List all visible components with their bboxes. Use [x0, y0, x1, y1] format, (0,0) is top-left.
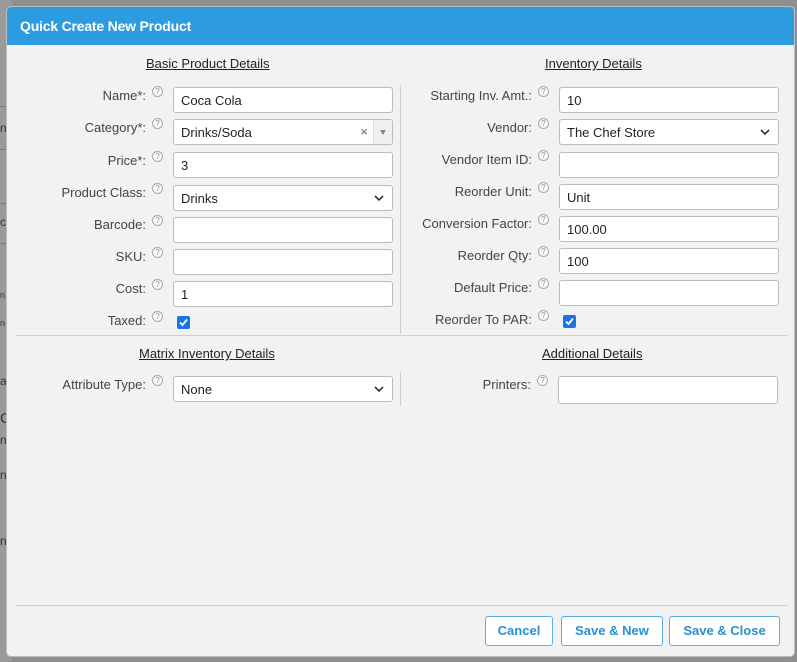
chevron-down-icon: [374, 386, 384, 393]
taxed-label: Taxed:: [107, 313, 146, 328]
checkmark-icon: [565, 317, 574, 326]
chevron-down-icon: [380, 130, 386, 135]
sku-input[interactable]: [173, 249, 393, 275]
category-label: Category*:: [84, 120, 146, 135]
conversion-factor-input[interactable]: 100.00: [559, 216, 779, 242]
help-icon[interactable]: ?: [152, 151, 163, 162]
background-text: n: [0, 318, 6, 328]
help-icon[interactable]: ?: [152, 118, 163, 129]
section-title-basic: Basic Product Details: [146, 56, 270, 71]
barcode-input[interactable]: [173, 217, 393, 243]
reorder-unit-input[interactable]: Unit: [559, 184, 779, 210]
default-price-input[interactable]: [559, 280, 779, 306]
attribute-type-label: Attribute Type:: [62, 377, 146, 392]
reorder-to-par-label: Reorder To PAR:: [434, 312, 532, 327]
quick-create-product-dialog: Quick Create New Product Basic Product D…: [6, 6, 795, 657]
help-icon[interactable]: ?: [152, 215, 163, 226]
help-icon[interactable]: ?: [152, 375, 163, 386]
reorder-qty-label: Reorder Qty:: [457, 248, 532, 263]
section-title-inventory: Inventory Details: [545, 56, 642, 71]
name-input[interactable]: Coca Cola: [173, 87, 393, 113]
help-icon[interactable]: ?: [538, 278, 549, 289]
starting-inv-input[interactable]: 10: [559, 87, 779, 113]
vendor-item-id-input[interactable]: [559, 152, 779, 178]
help-icon[interactable]: ?: [538, 118, 549, 129]
starting-inv-label: Starting Inv. Amt.:: [430, 88, 532, 103]
category-value: Drinks/Soda: [181, 125, 252, 140]
help-icon[interactable]: ?: [538, 86, 549, 97]
product-class-value: Drinks: [181, 191, 218, 206]
product-class-select[interactable]: Drinks: [173, 185, 393, 211]
help-icon[interactable]: ?: [538, 310, 549, 321]
price-label: Price*:: [107, 153, 146, 168]
help-icon[interactable]: ?: [538, 246, 549, 257]
footer-divider: [16, 605, 788, 606]
help-icon[interactable]: ?: [538, 150, 549, 161]
reorder-to-par-checkbox[interactable]: [563, 315, 576, 328]
attribute-type-value: None: [181, 382, 213, 397]
save-and-new-button[interactable]: Save & New: [561, 616, 663, 646]
help-icon[interactable]: ?: [152, 183, 163, 194]
dialog-title: Quick Create New Product: [7, 7, 794, 45]
vendor-value: The Chef Store: [567, 125, 656, 140]
attribute-type-select[interactable]: None: [173, 376, 393, 402]
reorder-unit-label: Reorder Unit:: [454, 184, 532, 199]
section-divider: [16, 335, 788, 336]
help-icon[interactable]: ?: [152, 311, 163, 322]
sku-label: SKU:: [115, 249, 146, 264]
save-and-close-button[interactable]: Save & Close: [669, 616, 780, 646]
barcode-label: Barcode:: [93, 217, 146, 232]
printers-input[interactable]: [558, 376, 778, 404]
help-icon[interactable]: ?: [538, 214, 549, 225]
default-price-label: Default Price:: [453, 280, 532, 295]
taxed-checkbox[interactable]: [177, 316, 190, 329]
column-divider: [400, 85, 401, 334]
help-icon[interactable]: ?: [152, 279, 163, 290]
vendor-label: Vendor:: [487, 120, 532, 135]
help-icon[interactable]: ?: [537, 375, 548, 386]
section-title-additional: Additional Details: [542, 346, 643, 361]
price-input[interactable]: 3: [173, 152, 393, 178]
product-class-label: Product Class:: [61, 185, 146, 200]
category-combobox[interactable]: Drinks/Soda ×: [173, 119, 393, 145]
clear-icon[interactable]: ×: [360, 123, 368, 141]
chevron-down-icon: [374, 195, 384, 202]
reorder-qty-input[interactable]: 100: [559, 248, 779, 274]
background-text: n: [0, 290, 6, 300]
printers-label: Printers:: [482, 377, 531, 392]
help-icon[interactable]: ?: [538, 182, 549, 193]
vendor-select[interactable]: The Chef Store: [559, 119, 779, 145]
name-label: Name*:: [102, 88, 146, 103]
cancel-button[interactable]: Cancel: [485, 616, 553, 646]
category-dropdown-toggle[interactable]: [374, 120, 392, 144]
help-icon[interactable]: ?: [152, 86, 163, 97]
column-divider: [400, 372, 401, 406]
help-icon[interactable]: ?: [152, 247, 163, 258]
chevron-down-icon: [760, 129, 770, 136]
conversion-factor-label: Conversion Factor:: [422, 216, 532, 231]
combo-separator: [373, 120, 374, 144]
section-title-matrix: Matrix Inventory Details: [139, 346, 275, 361]
cost-label: Cost:: [115, 281, 146, 296]
vendor-item-id-label: Vendor Item ID:: [441, 152, 532, 167]
cost-input[interactable]: 1: [173, 281, 393, 307]
checkmark-icon: [179, 318, 188, 327]
